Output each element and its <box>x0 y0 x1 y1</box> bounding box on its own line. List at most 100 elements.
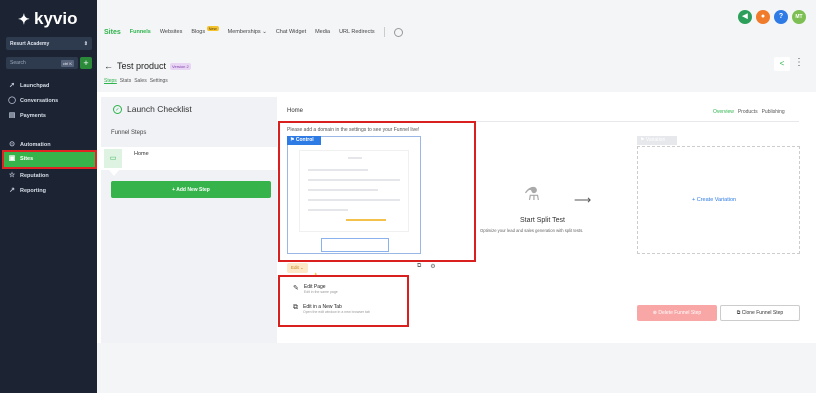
search-input[interactable]: Search ctrl K <box>6 57 78 69</box>
sidebar-item-conversations[interactable]: ◯ Conversations <box>8 97 58 105</box>
menu-item-subtitle: Edit in the same page <box>303 290 338 294</box>
clone-step-button[interactable]: ⧉ Clone Funnel Step <box>720 305 800 321</box>
clone-step-label: Clone Funnel Step <box>741 310 784 316</box>
sidebar-item-payments[interactable]: ▤ Payments <box>8 112 46 120</box>
delete-step-label: Delete Funnel Step <box>658 310 702 316</box>
variation-tag-label: Variation <box>645 137 666 143</box>
annotation-highlight-control <box>278 121 476 262</box>
tab-products[interactable]: Products <box>738 109 758 115</box>
step-name[interactable]: Home <box>134 151 149 157</box>
add-new-step-button[interactable]: + Add New Step <box>111 181 271 198</box>
version-badge: Version 2 <box>170 62 191 70</box>
menu-item-subtitle: Open the edit window in a new browser ta… <box>303 310 370 314</box>
sidebar-item-launchpad[interactable]: ➚ Launchpad <box>8 82 49 90</box>
menu-item-edit-page[interactable]: ✎ Edit Page Edit in the same page <box>293 284 338 294</box>
sidebar-item-label: Reporting <box>20 188 46 194</box>
new-badge: New <box>206 26 219 31</box>
logo-icon: ✦ <box>18 11 30 27</box>
topnav-funnels[interactable]: Funnels <box>130 29 151 35</box>
bell-icon[interactable]: ● <box>756 10 770 24</box>
quick-add-button[interactable]: + <box>80 57 92 69</box>
nav-divider <box>383 27 385 37</box>
shortcut-badge: ctrl K <box>60 59 74 67</box>
share-icon[interactable]: < <box>774 57 790 71</box>
pencil-icon: ✎ <box>293 285 299 292</box>
sidebar-item-reporting[interactable]: ↗ Reporting <box>8 187 46 195</box>
edit-dropdown-label: Edit <box>291 264 299 270</box>
tab-overview[interactable]: Overview <box>713 109 734 115</box>
topnav-blogs-label: Blogs <box>191 29 206 35</box>
topnav-websites[interactable]: Websites <box>160 29 183 35</box>
sidebar-item-reputation[interactable]: ☆ Reputation <box>8 172 49 180</box>
gear-icon[interactable]: ⚙ <box>430 263 435 270</box>
card-icon: ▤ <box>8 112 16 119</box>
split-test-title: Start Split Test <box>520 217 566 224</box>
edit-row-icons: ⧉ ⚙ <box>417 263 436 270</box>
sidebar-item-automation[interactable]: ⊙ Automation <box>8 141 51 149</box>
external-edit-icon: ⧉ <box>293 304 298 311</box>
funnel-subtabs: Steps Stats Sales Settings <box>104 78 168 84</box>
account-name: Resurt Academy <box>10 40 50 47</box>
checklist-title: Launch Checklist <box>127 104 192 114</box>
chart-icon: ↗ <box>9 187 15 194</box>
logo: ✦ kyvio <box>18 9 77 29</box>
star-icon: ☆ <box>8 172 16 179</box>
menu-item-edit-new-tab[interactable]: ⧉ Edit in a New Tab Open the edit window… <box>293 304 370 314</box>
chevron-down-icon: ⌄ <box>262 29 267 35</box>
sidebar-item-label: Payments <box>20 113 46 119</box>
edit-dropdown[interactable]: Edit ⌄ <box>287 262 308 273</box>
step-pointer <box>109 170 119 176</box>
rocket-icon: ➚ <box>9 82 15 89</box>
search-placeholder: Search <box>10 60 26 66</box>
topnav-memberships[interactable]: Memberships ⌄ <box>228 29 267 35</box>
tab-sales[interactable]: Sales <box>134 78 147 84</box>
help-icon[interactable]: ? <box>774 10 788 24</box>
topnav-sites[interactable]: Sites <box>104 29 121 36</box>
funnel-steps-label: Funnel Steps <box>111 130 147 136</box>
automation-icon: ⊙ <box>9 141 15 148</box>
launch-checklist-header[interactable]: ✓ Launch Checklist <box>101 97 277 121</box>
topnav-blogs[interactable]: Blogs New <box>191 26 219 35</box>
tab-publishing[interactable]: Publishing <box>762 109 785 115</box>
megaphone-icon[interactable]: ◀ <box>738 10 752 24</box>
sidebar-item-label: Launchpad <box>20 83 50 89</box>
flag-icon: ⚑ <box>640 137 645 143</box>
logo-text: kyvio <box>34 9 78 28</box>
variation-tag: ⚑ Variation <box>637 136 677 145</box>
more-menu-icon[interactable]: ⋮ <box>794 57 804 68</box>
chevron-updown-icon: ⇕ <box>83 40 88 47</box>
topnav-media[interactable]: Media <box>315 29 330 35</box>
top-nav: Sites Funnels Websites Blogs New Members… <box>104 26 403 37</box>
delete-step-button[interactable]: ⊗ Delete Funnel Step <box>637 305 717 321</box>
tab-settings[interactable]: Settings <box>150 78 168 84</box>
account-selector[interactable]: Resurt Academy ⇕ <box>6 37 92 50</box>
annotation-highlight-sites <box>2 150 97 169</box>
topnav-url-redirects[interactable]: URL Redirects <box>339 29 375 35</box>
external-link-icon[interactable]: ⧉ <box>417 263 421 270</box>
create-variation-link[interactable]: + Create Variation <box>692 197 736 203</box>
page-background <box>97 343 816 393</box>
step-page-name: Home <box>287 108 304 114</box>
sidebar-item-label: Reputation <box>20 173 49 179</box>
check-circle-icon: ✓ <box>113 104 122 114</box>
chat-icon: ◯ <box>8 97 16 104</box>
app-root: ✦ kyvio Resurt Academy ⇕ Search ctrl K +… <box>0 0 816 393</box>
avatar[interactable]: MT <box>792 10 806 24</box>
arrow-right-icon: ⟶ <box>574 193 592 207</box>
step-row-home[interactable] <box>101 147 277 170</box>
back-arrow-icon[interactable]: ← <box>104 61 113 71</box>
edit-dropdown-menu <box>278 275 409 327</box>
edit-row: Edit ⌄ <box>287 262 421 273</box>
top-bar <box>97 0 816 48</box>
tab-steps[interactable]: Steps <box>104 78 117 84</box>
settings-icon[interactable] <box>393 27 403 37</box>
flask-icon: ⚗ <box>523 184 541 204</box>
page-title: ← Test product Version 2 <box>104 61 191 71</box>
sidebar-item-label: Automation <box>20 142 51 148</box>
top-icons: ◀ ● ? MT <box>738 10 806 24</box>
tab-stats[interactable]: Stats <box>120 78 131 84</box>
funnel-title: Test product <box>117 61 167 71</box>
topnav-chat-widget[interactable]: Chat Widget <box>276 29 306 35</box>
page-icon: ▭ <box>104 149 122 168</box>
step-tabs: Overview Products Publishing <box>713 109 785 115</box>
